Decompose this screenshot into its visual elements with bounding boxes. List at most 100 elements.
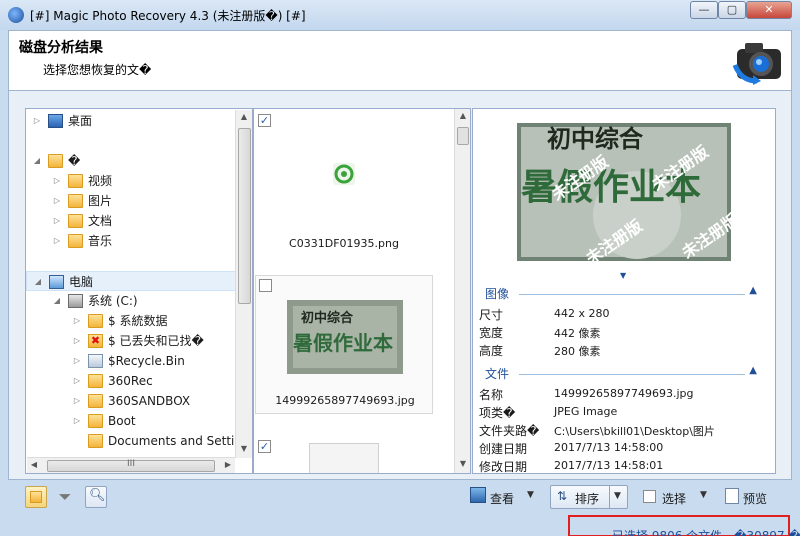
tree-item-360rec[interactable]: ▷ 360Rec <box>26 371 234 391</box>
tree-item-music[interactable]: ▷ 音乐 <box>26 231 234 251</box>
minimize-button[interactable]: — <box>690 1 718 19</box>
folder-icon <box>88 314 103 328</box>
expand-arrow-icon[interactable]: ▷ <box>72 411 82 431</box>
image-section-header[interactable]: 图像 ▲ <box>479 285 759 303</box>
close-button[interactable]: ✕ <box>746 1 792 19</box>
collapse-arrow-icon[interactable]: ◢ <box>32 151 42 171</box>
thumbnail-item[interactable]: ✓ C0331DF01935.png <box>255 109 433 259</box>
recycle-bin-icon <box>88 354 103 368</box>
prop-label: 尺寸 <box>479 308 504 322</box>
tree-item-drive-c[interactable]: ◢ 系统 (C:) <box>26 291 234 311</box>
expand-arrow-icon[interactable]: ▷ <box>72 391 82 411</box>
expand-arrow-icon[interactable]: ▷ <box>52 191 62 211</box>
expand-arrow-icon[interactable]: ▷ <box>52 211 62 231</box>
thumbnail-image <box>309 443 379 473</box>
prop-value: 2017/7/13 14:58:00 <box>554 441 664 454</box>
preview-panel: 初中综合 暑假作业本 未注册版 未注册版 未注册版 未注册版 ▼ 图像 ▲ 尺寸… <box>472 108 776 474</box>
tree-scroll-thumb[interactable] <box>238 128 251 304</box>
pictures-folder-icon <box>68 194 83 208</box>
view-dropdown-icon[interactable]: ▼ <box>527 490 534 500</box>
scroll-left-icon[interactable]: ◀ <box>27 460 41 469</box>
thumbnail-checkbox[interactable]: ✓ <box>258 114 271 127</box>
thumbnail-filename: C0331DF01935.png <box>289 237 399 250</box>
tree-hscroll-thumb[interactable]: III <box>47 459 215 472</box>
thumbnail-image: 初中综合 暑假作业本 <box>287 300 403 374</box>
tree-item-boot[interactable]: ▷ Boot <box>26 411 234 431</box>
folder-view-icon <box>30 491 42 503</box>
tree-item-360sandbox[interactable]: ▷ 360SANDBOX <box>26 391 234 411</box>
expand-arrow-icon[interactable]: ▷ <box>72 311 82 331</box>
header-panel: 磁盘分析结果 选择您想恢复的文� <box>8 30 792 90</box>
view-icon <box>470 487 486 503</box>
video-folder-icon <box>68 174 83 188</box>
tree-item-documents-settings[interactable]: Documents and Settings <box>26 431 234 451</box>
file-section-header[interactable]: 文件 ▲ <box>479 365 759 383</box>
expand-arrow-icon[interactable]: ▷ <box>32 111 42 131</box>
prop-value: 442 像素 <box>554 327 601 340</box>
music-folder-icon <box>68 234 83 248</box>
view-button[interactable]: 查看 <box>490 490 514 507</box>
search-button[interactable]: 🔍︎ <box>85 486 107 508</box>
tree-item-computer[interactable]: ◢ 电脑 <box>26 271 236 291</box>
prop-value: JPEG Image <box>554 405 618 418</box>
thumbnail-vertical-scrollbar[interactable]: ▲ ▼ <box>454 109 470 473</box>
folder-tree[interactable]: ▷ 桌面 ◢ � ▷ 视频 ▷ 图片 ▷ 文档 ▷ 音乐 ◢ 电脑 ◢ 系统 (… <box>25 108 253 474</box>
expand-arrow-icon[interactable]: ▷ <box>52 171 62 191</box>
preview-image: 初中综合 暑假作业本 未注册版 未注册版 未注册版 未注册版 <box>517 123 731 261</box>
thumbnail-checkbox[interactable] <box>259 279 272 292</box>
folder-icon <box>88 394 103 408</box>
collapse-arrow-icon[interactable]: ◢ <box>52 291 62 311</box>
expand-arrow-icon[interactable]: ▷ <box>72 371 82 391</box>
prop-value: C:\Users\bkill01\Desktop\图片 <box>554 425 715 438</box>
thumbnail-image-text: 初中综合 <box>301 310 354 326</box>
prop-value: 2017/7/13 14:58:01 <box>554 459 664 472</box>
select-dropdown-icon[interactable]: ▼ <box>700 490 707 500</box>
folder-icon <box>88 414 103 428</box>
tree-item-desktop[interactable]: ▷ 桌面 <box>26 111 234 131</box>
collapse-arrow-icon[interactable]: ◢ <box>33 272 43 292</box>
tree-item-documents[interactable]: ▷ 文档 <box>26 211 234 231</box>
search-icon: 🔍︎ <box>89 488 106 503</box>
prop-value: 280 像素 <box>554 345 601 358</box>
tree-vertical-scrollbar[interactable]: ▲ ▼ <box>235 110 252 458</box>
folder-view-button[interactable] <box>25 486 47 508</box>
select-button[interactable]: 选择 <box>662 490 686 507</box>
tree-item-lost-found[interactable]: ▷ ✖ $ 已丢失和已找� <box>26 331 234 351</box>
thumbnail-filename: 14999265897749693.jpg <box>275 394 415 407</box>
preview-icon <box>725 488 739 504</box>
scroll-right-icon[interactable]: ▶ <box>221 460 235 469</box>
expand-arrow-icon[interactable]: ▷ <box>52 231 62 251</box>
select-checkbox[interactable] <box>643 490 656 503</box>
expand-arrow-icon[interactable]: ▷ <box>72 351 82 371</box>
expand-preview-icon[interactable]: ▼ <box>620 271 626 280</box>
thumbnail-list[interactable]: ✓ C0331DF01935.png 初中综合 暑假作业本 1499926589… <box>253 108 471 474</box>
tree-item-user[interactable]: ◢ � <box>26 151 234 171</box>
window-title: [#] Magic Photo Recovery 4.3 (未注册版�) [#] <box>30 9 306 23</box>
prop-label: 高度 <box>479 344 504 358</box>
scroll-up-icon[interactable]: ▲ <box>237 112 251 121</box>
filter-icon[interactable]: ⏷ <box>55 487 75 507</box>
folder-icon <box>88 374 103 388</box>
thumbnail-item-selected[interactable]: 初中综合 暑假作业本 14999265897749693.jpg <box>255 275 433 414</box>
sort-button[interactable]: ⇅ 排序 ▼ <box>550 485 628 509</box>
documents-folder-icon <box>68 214 83 228</box>
preview-button[interactable]: 预览 <box>743 490 767 507</box>
tree-item-pictures[interactable]: ▷ 图片 <box>26 191 234 211</box>
user-folder-icon <box>48 154 63 168</box>
scroll-up-icon[interactable]: ▲ <box>456 111 470 120</box>
tree-horizontal-scrollbar[interactable]: ◀ III ▶ <box>27 457 235 473</box>
scroll-down-icon[interactable]: ▼ <box>237 444 251 453</box>
thumbnail-scroll-thumb[interactable] <box>457 127 469 145</box>
sort-dropdown-icon[interactable]: ▼ <box>614 491 621 501</box>
collapse-caret-icon[interactable]: ▲ <box>749 365 757 376</box>
scroll-down-icon[interactable]: ▼ <box>456 459 470 468</box>
maximize-button[interactable]: ▢ <box>718 1 746 19</box>
tree-item-system-data[interactable]: ▷ $ 系統数据 <box>26 311 234 331</box>
thumbnail-checkbox[interactable]: ✓ <box>258 440 271 453</box>
collapse-caret-icon[interactable]: ▲ <box>749 285 757 296</box>
thumbnail-item[interactable]: ✓ <box>255 437 433 473</box>
tree-item-recycle-bin[interactable]: ▷ $Recycle.Bin <box>26 351 234 371</box>
expand-arrow-icon[interactable]: ▷ <box>72 331 82 351</box>
tree-item-videos[interactable]: ▷ 视频 <box>26 171 234 191</box>
sort-icon: ⇅ <box>557 489 568 503</box>
